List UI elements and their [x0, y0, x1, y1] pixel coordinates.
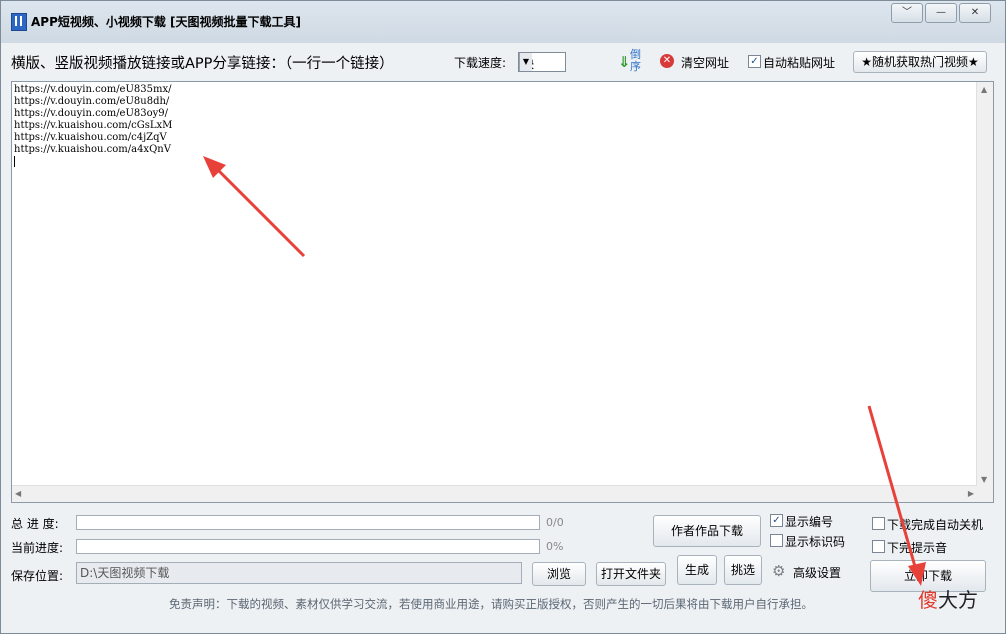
chevron-right-icon[interactable]: ▶ [968, 489, 974, 498]
links-textarea[interactable]: https://v.douyin.com/eU835mx/ https://v.… [11, 81, 994, 503]
show-number-label: 显示编号 [785, 515, 834, 529]
autopaste-label: 自动粘贴网址 [763, 56, 836, 70]
open-folder-button[interactable]: 打开文件夹 [596, 562, 666, 586]
down-arrow-icon[interactable]: ⇓ [618, 53, 631, 71]
current-progress-bar [76, 539, 540, 554]
author-works-download-button[interactable]: 作者作品下载 [653, 515, 761, 547]
title-bar: APP短视频、小视频下载 [天图视频批量下载工具] ﹀ — ✕ [1, 1, 1005, 43]
speed-select[interactable]: 快 ▼ [518, 52, 566, 72]
advanced-settings-button[interactable]: 高级设置 [793, 564, 841, 581]
link-line: https://v.douyin.com/eU835mx/ [14, 84, 172, 95]
horizontal-scrollbar[interactable]: ◀ ▶ [12, 485, 977, 502]
current-progress-label: 当前进度: [11, 541, 64, 555]
show-id-label: 显示标识码 [785, 535, 846, 549]
gear-icon[interactable]: ⚙ [772, 562, 785, 580]
close-button[interactable]: ✕ [959, 3, 991, 23]
scroll-corner [977, 486, 993, 502]
chevron-left-icon[interactable]: ◀ [15, 489, 21, 498]
speed-value: 快 [522, 57, 535, 71]
sound-label: 下完提示音 [887, 541, 948, 555]
app-icon [11, 13, 27, 31]
text-caret [14, 156, 15, 167]
chevron-down-icon[interactable]: ▼ [981, 475, 987, 484]
chevron-up-icon[interactable]: ▲ [981, 85, 987, 94]
pick-button[interactable]: 挑选 [724, 555, 762, 585]
link-line: https://v.kuaishou.com/c4jZqV [14, 132, 167, 143]
current-progress-value: 0% [546, 540, 564, 553]
auto-shutdown-label: 下载完成自动关机 [887, 518, 984, 532]
input-label: 横版、竖版视频播放链接或APP分享链接：（一行一个链接） [11, 56, 394, 72]
speed-label: 下载速度: [454, 56, 507, 70]
reverse-order-button[interactable]: 倒序 [630, 49, 644, 73]
app-window: APP短视频、小视频下载 [天图视频批量下载工具] ﹀ — ✕ 横版、竖版视频播… [0, 0, 1006, 634]
generate-button[interactable]: 生成 [677, 555, 717, 585]
clear-urls-button[interactable]: 清空网址 [681, 54, 729, 71]
chevron-down-icon[interactable]: ﹀ [891, 3, 923, 23]
total-progress-bar [76, 515, 540, 530]
watermark: 傻大方 [918, 588, 978, 612]
total-progress-label: 总 进 度: [11, 517, 59, 531]
vertical-scrollbar[interactable]: ▲ ▼ [976, 82, 993, 486]
disclaimer-text: 免责声明：下载的视频、素材仅供学习交流，若使用商业用途，请购买正版授权，否则产生… [169, 597, 813, 611]
minimize-button[interactable]: — [925, 3, 957, 23]
save-location-label: 保存位置: [11, 569, 64, 583]
show-number-checkbox[interactable]: ✓ [770, 514, 783, 527]
total-progress-value: 0/0 [546, 516, 564, 529]
autopaste-checkbox[interactable]: ✓ [748, 55, 761, 68]
random-hot-videos-button[interactable]: ★随机获取热门视频★ [853, 51, 987, 73]
save-path-field[interactable]: D:\天图视频下载 [76, 562, 522, 584]
link-line: https://v.douyin.com/eU83oy9/ [14, 108, 169, 119]
sound-checkbox[interactable] [872, 540, 885, 553]
link-line: https://v.kuaishou.com/a4xQnV [14, 144, 171, 155]
link-line: https://v.kuaishou.com/cGsLxM [14, 120, 173, 131]
window-title: APP短视频、小视频下载 [天图视频批量下载工具] [31, 15, 302, 29]
show-id-checkbox[interactable] [770, 534, 783, 547]
link-line: https://v.douyin.com/eU8u8dh/ [14, 96, 170, 107]
clear-icon[interactable]: ✕ [660, 54, 674, 68]
browse-button[interactable]: 浏览 [532, 562, 586, 586]
auto-shutdown-checkbox[interactable] [872, 517, 885, 530]
